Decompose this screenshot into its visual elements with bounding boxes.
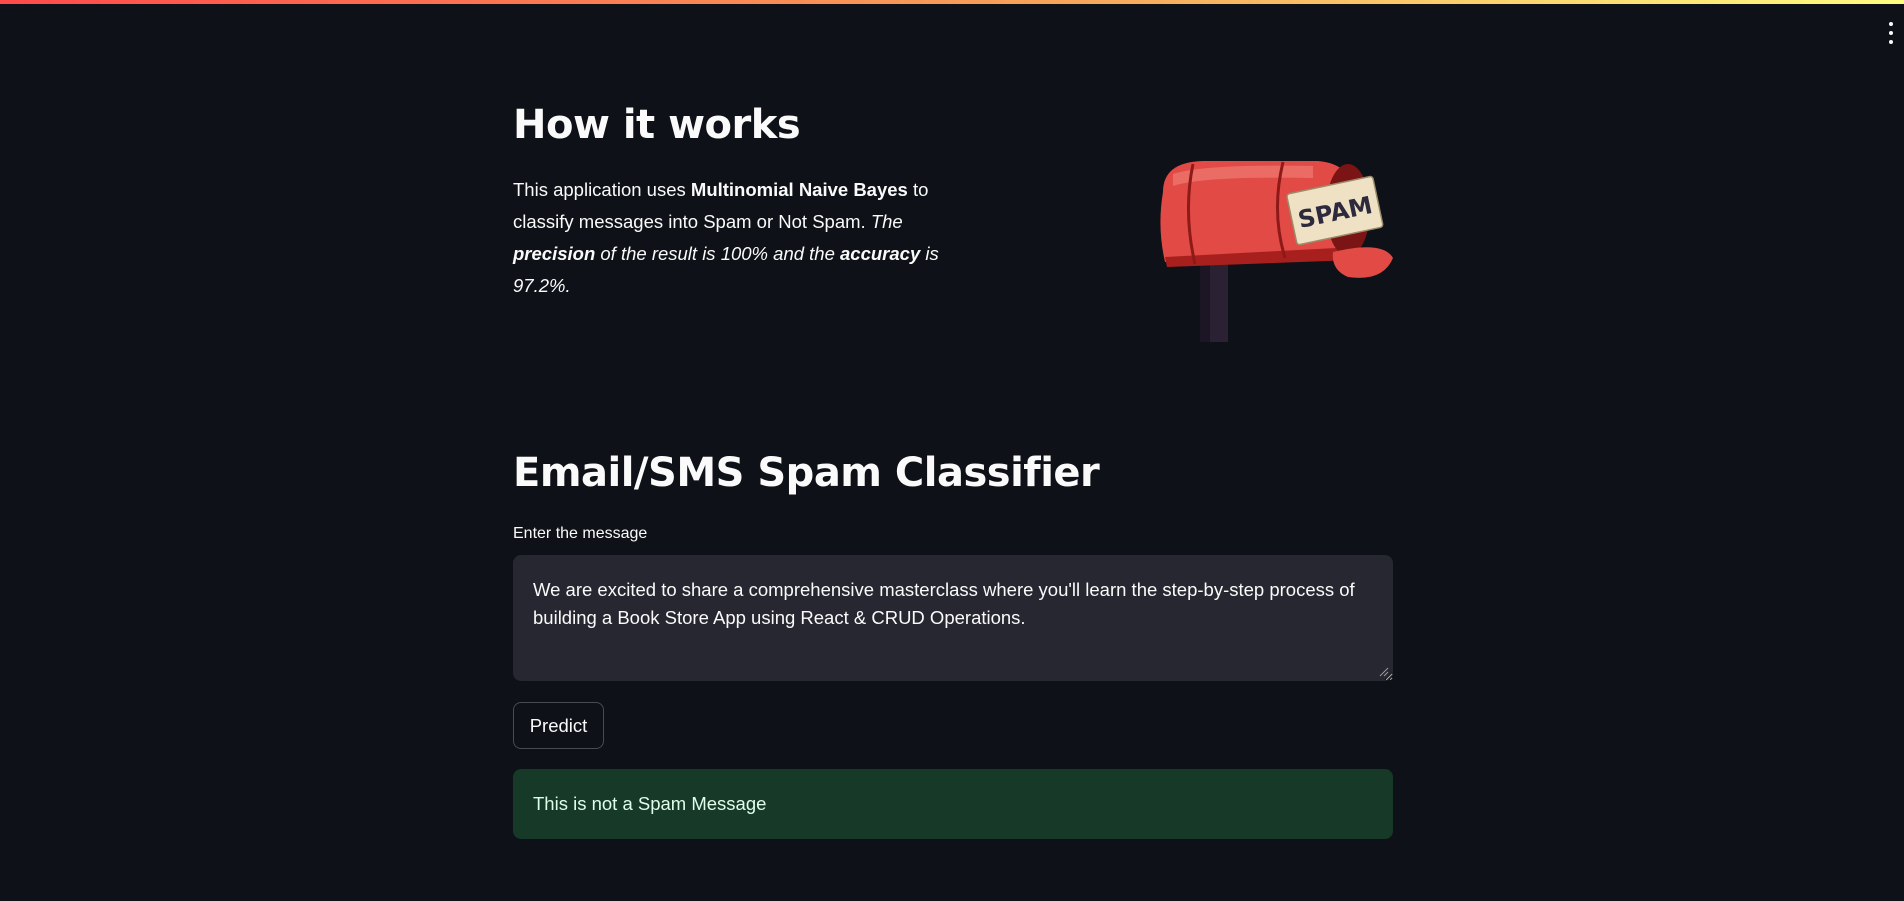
message-input-label: Enter the message — [513, 525, 648, 542]
accuracy-word: accuracy — [840, 243, 921, 264]
precision-word: precision — [513, 243, 596, 264]
message-input-container: We are excited to share a comprehensive … — [513, 555, 1393, 681]
resize-handle-icon[interactable] — [1379, 667, 1389, 677]
metrics-text-part: of the result is 100% and the — [595, 243, 841, 264]
how-it-works-heading: How it works — [513, 102, 801, 148]
more-vertical-icon-dot — [1889, 40, 1893, 44]
classifier-heading: Email/SMS Spam Classifier — [513, 450, 1100, 496]
predict-button[interactable]: Predict — [513, 702, 604, 749]
more-vertical-icon — [1889, 22, 1893, 26]
message-input[interactable]: We are excited to share a comprehensive … — [513, 555, 1393, 681]
algorithm-name: Multinomial Naive Bayes — [690, 179, 908, 200]
result-success-alert: This is not a Spam Message — [513, 769, 1393, 839]
spam-mailbox-illustration: SPAM — [1160, 161, 1393, 342]
main-menu-button[interactable] — [1884, 22, 1898, 44]
intro-paragraph: This application uses Multinomial Naive … — [513, 174, 953, 302]
result-text: This is not a Spam Message — [533, 793, 767, 814]
intro-text: This application uses — [513, 179, 691, 200]
metrics-text-part: The — [870, 211, 903, 232]
mailbox-door — [1332, 247, 1393, 278]
more-vertical-icon-dot — [1889, 31, 1893, 35]
top-decoration-bar — [0, 0, 1904, 4]
